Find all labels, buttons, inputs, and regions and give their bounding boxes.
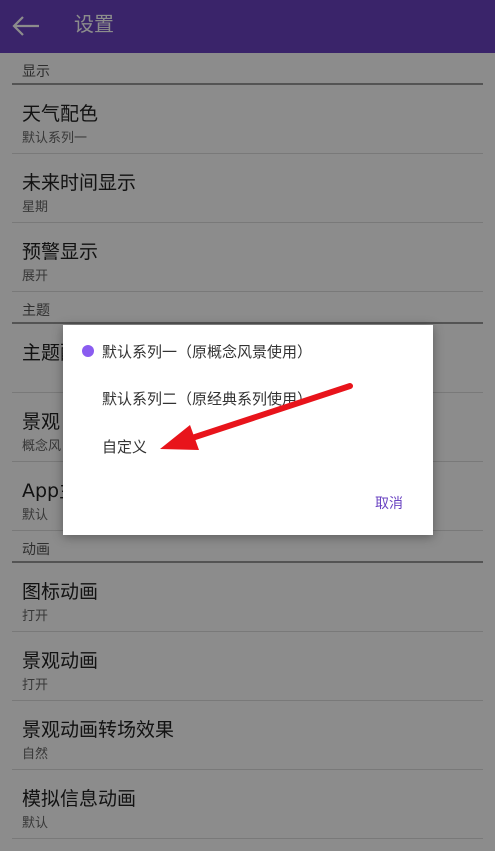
option-label: 默认系列一（原概念风景使用） xyxy=(102,343,313,361)
option-label: 自定义 xyxy=(102,438,148,456)
radio-selected-icon xyxy=(82,345,94,357)
color-scheme-dialog: 默认系列一（原概念风景使用） 默认系列二（原经典系列使用） 自定义 取消 xyxy=(63,325,433,535)
radio-unselected-icon xyxy=(82,440,94,452)
option-default-series-1[interactable]: 默认系列一（原概念风景使用） xyxy=(63,331,433,371)
option-default-series-2[interactable]: 默认系列二（原经典系列使用） xyxy=(63,378,433,418)
cancel-button[interactable]: 取消 xyxy=(375,493,403,513)
option-label: 默认系列二（原经典系列使用） xyxy=(102,390,313,408)
radio-unselected-icon xyxy=(82,392,94,404)
option-custom[interactable]: 自定义 xyxy=(63,426,433,466)
